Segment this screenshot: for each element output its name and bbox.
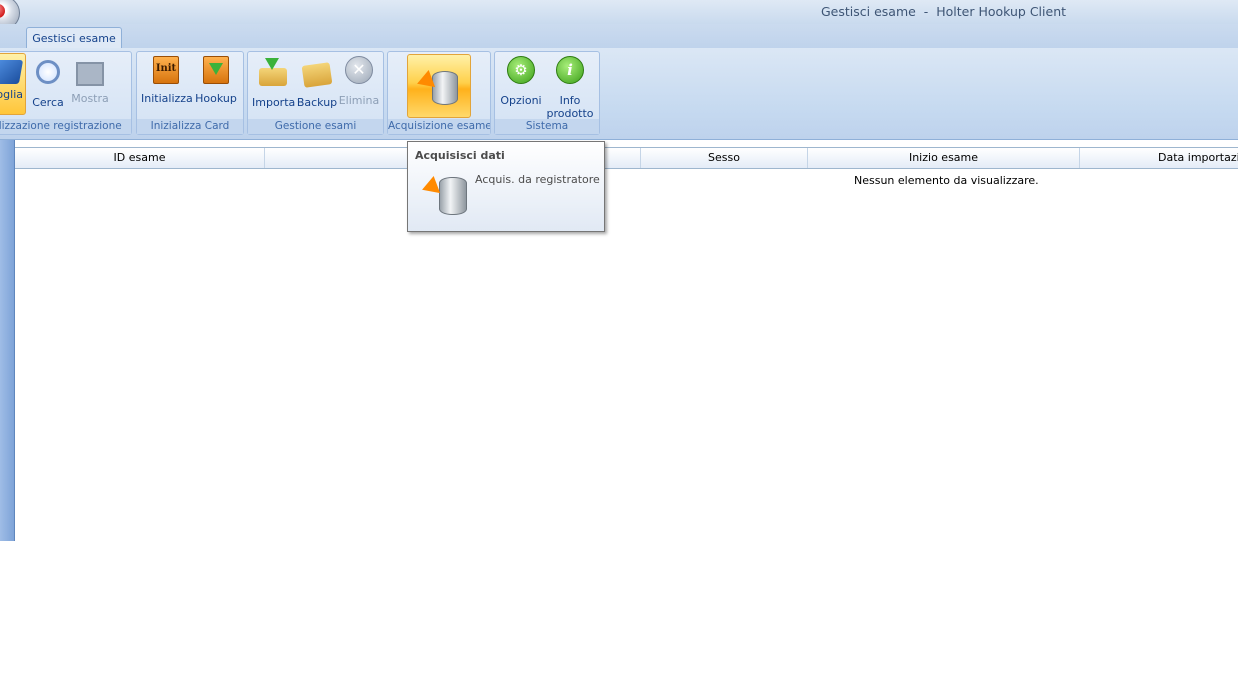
column-header-inizio-esame[interactable]: Inizio esame xyxy=(808,148,1080,168)
gear-icon: ⚙ xyxy=(507,56,535,84)
column-header-data-importazione[interactable]: Data importazione xyxy=(1080,148,1238,168)
sfoglia-button[interactable]: Sfoglia xyxy=(0,53,26,115)
search-icon xyxy=(36,60,60,84)
grid-header: ID esame Sesso Inizio esame Data importa… xyxy=(15,147,1238,169)
info-icon: i xyxy=(556,56,584,84)
mostra-button[interactable]: Mostra xyxy=(70,56,110,105)
navigation-pane-edge[interactable] xyxy=(0,140,15,541)
arrow-down-icon xyxy=(209,63,223,75)
init-card-icon: Init xyxy=(153,56,179,84)
book-icon xyxy=(0,60,24,84)
tooltip-title: Acquisisci dati xyxy=(415,149,505,162)
group-label: Gestione esami xyxy=(248,119,383,134)
ribbon-tab-row xyxy=(0,24,1238,48)
group-label: Acquisizione esame xyxy=(388,119,490,134)
cerca-button[interactable]: Cerca xyxy=(30,56,66,109)
arrow-down-icon xyxy=(265,58,279,70)
app-logo-icon xyxy=(0,4,5,18)
group-label: Sistema xyxy=(495,119,599,134)
info-prodotto-button[interactable]: i Info prodotto xyxy=(545,56,595,120)
opzioni-button[interactable]: ⚙ Opzioni xyxy=(498,56,544,107)
group-label: Inizializza Card xyxy=(137,119,243,134)
importa-button[interactable]: Importa xyxy=(252,56,295,109)
empty-grid-message: Nessun elemento da visualizzare. xyxy=(854,174,1039,187)
tooltip-description: Acquis. da registratore xyxy=(475,173,600,186)
hookup-icon xyxy=(203,56,229,84)
window-title: Gestisci esame - Holter Hookup Client xyxy=(821,4,1067,19)
hookup-button[interactable]: Hookup xyxy=(194,56,238,105)
tab-gestisci-esame[interactable]: Gestisci esame xyxy=(26,27,122,49)
title-bar: Gestisci esame - Holter Hookup Client xyxy=(0,0,1238,30)
waveform-icon xyxy=(76,62,104,86)
initializza-button[interactable]: Init Initializza xyxy=(141,56,193,105)
acquisisci-dati-button[interactable] xyxy=(407,54,471,118)
exam-grid: ID esame Sesso Inizio esame Data importa… xyxy=(15,147,1238,541)
backup-button[interactable]: Backup xyxy=(296,56,338,109)
tooltip-acquisisci-dati: Acquisisci dati Acquis. da registratore xyxy=(407,141,605,232)
elimina-button[interactable]: ✕ Elimina xyxy=(338,56,380,107)
column-header-sesso[interactable]: Sesso xyxy=(641,148,808,168)
column-header-id-esame[interactable]: ID esame xyxy=(15,148,265,168)
group-label: Visualizzazione registrazione xyxy=(0,119,131,134)
backup-icon xyxy=(301,56,333,88)
delete-icon: ✕ xyxy=(345,56,373,84)
import-icon xyxy=(257,56,289,88)
